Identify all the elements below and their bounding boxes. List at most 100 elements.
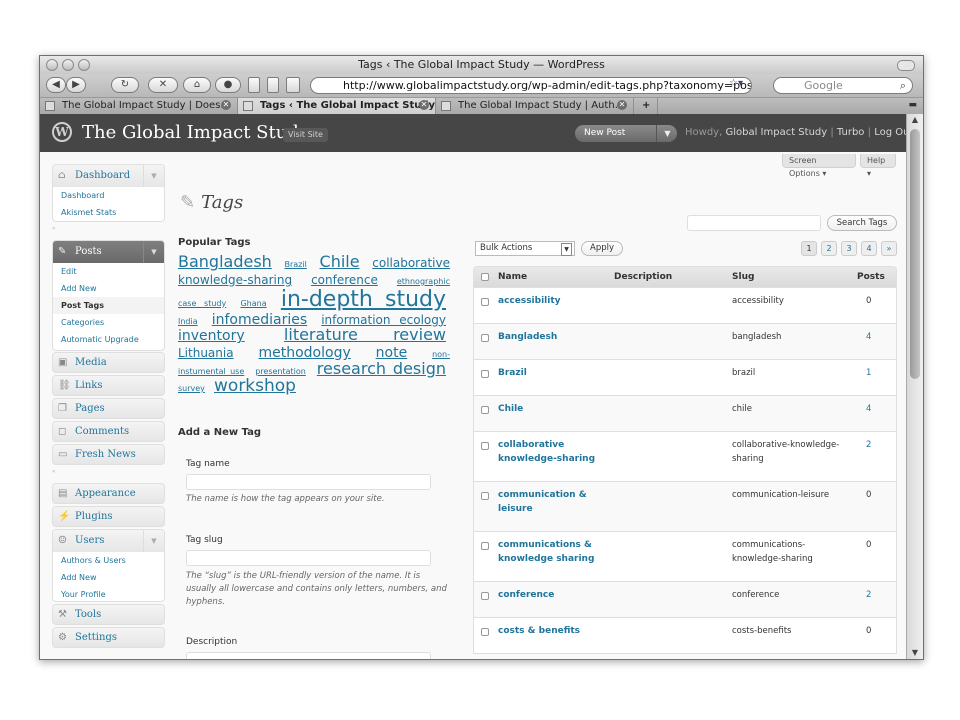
chevron-down-icon[interactable]: ▼ (143, 165, 164, 187)
menu-dashboard-head[interactable]: ⌂ Dashboard ▼ (53, 165, 164, 187)
row-checkbox[interactable] (481, 334, 489, 342)
search-tags-input[interactable] (687, 215, 821, 231)
tag-name-link[interactable]: Bangladesh (498, 330, 608, 344)
page-4[interactable]: 4 (861, 241, 877, 256)
tag-cloud-link[interactable]: literature review (284, 325, 446, 344)
stop-icon[interactable]: ✕ (148, 77, 178, 93)
tag-post-count[interactable]: 2 (866, 588, 871, 602)
page-3[interactable]: 3 (841, 241, 857, 256)
zoom-window-icon[interactable] (78, 59, 90, 71)
tag-post-count[interactable]: 4 (866, 330, 871, 344)
submenu-add-new[interactable]: Add New (53, 280, 164, 297)
scroll-up-icon[interactable]: ▲ (907, 114, 923, 126)
tag-name-link[interactable]: communication & leisure (498, 488, 608, 516)
tag-cloud-link[interactable]: Lithuania (178, 346, 234, 360)
column-slug[interactable]: Slug (732, 267, 754, 287)
minimize-window-icon[interactable] (62, 59, 74, 71)
menu-tools[interactable]: ⚒ Tools (52, 604, 165, 625)
submenu-users-add-new[interactable]: Add New (53, 569, 164, 586)
row-checkbox[interactable] (481, 542, 489, 550)
column-description[interactable]: Description (614, 267, 672, 287)
tab-1[interactable]: The Global Impact Study | Does… ✕ (40, 98, 238, 114)
screenshot-icon[interactable] (286, 77, 300, 93)
apply-button[interactable]: Apply (581, 241, 623, 256)
bookmark-icon[interactable] (248, 77, 260, 93)
tab-close-icon[interactable]: ✕ (221, 100, 231, 110)
description-input[interactable] (186, 652, 431, 659)
tab-3[interactable]: The Global Impact Study | Auth… ✕ (436, 98, 634, 114)
tag-post-count[interactable]: 4 (866, 402, 871, 416)
tag-cloud-link[interactable]: survey (178, 384, 205, 393)
page-next[interactable]: » (881, 241, 897, 256)
submenu-categories[interactable]: Categories (53, 314, 164, 331)
menu-pages[interactable]: ❐ Pages (52, 398, 165, 419)
favorite-actions-dropdown-icon[interactable]: ▼ (656, 125, 678, 142)
help-button[interactable]: Help ▾ (860, 154, 896, 178)
tag-name-link[interactable]: accessibility (498, 294, 608, 308)
toolbar-toggle-icon[interactable] (897, 60, 915, 71)
row-checkbox[interactable] (481, 442, 489, 450)
tag-cloud-link[interactable]: Brazil (285, 260, 307, 269)
tag-name-link[interactable]: communications & knowledge sharing (498, 538, 608, 566)
menu-plugins[interactable]: ⚡ Plugins (52, 506, 165, 527)
forward-icon[interactable]: ▶ (66, 77, 86, 93)
menu-appearance[interactable]: ▤ Appearance (52, 483, 165, 504)
submenu-edit[interactable]: Edit (53, 263, 164, 280)
address-bar[interactable]: http://www.globalimpactstudy.org/wp-admi… (310, 77, 752, 94)
chevron-down-icon[interactable]: ▼ (143, 241, 164, 263)
menu-settings[interactable]: ⚙ Settings (52, 627, 165, 648)
extension-icon[interactable]: ● (215, 77, 241, 93)
visit-site-button[interactable]: Visit Site (283, 128, 328, 142)
tag-cloud-link[interactable]: conference (311, 273, 378, 287)
close-window-icon[interactable] (46, 59, 58, 71)
submenu-dashboard[interactable]: Dashboard (53, 187, 164, 204)
tag-cloud-link[interactable]: inventory (178, 328, 245, 344)
search-tags-button[interactable]: Search Tags (827, 215, 897, 231)
tag-name-input[interactable] (186, 474, 431, 490)
tag-cloud-link[interactable]: presentation (255, 367, 306, 376)
column-posts[interactable]: Posts (857, 267, 885, 287)
tag-name-link[interactable]: collaborative knowledge-sharing (498, 438, 608, 466)
tab-close-icon[interactable]: ✕ (419, 100, 429, 110)
scroll-down-icon[interactable]: ▼ (907, 647, 923, 659)
submenu-automatic-upgrade[interactable]: Automatic Upgrade (53, 331, 164, 348)
user-link[interactable]: Global Impact Study (725, 127, 827, 138)
chevron-down-icon[interactable]: ▼ (143, 530, 164, 552)
home-icon[interactable]: ⌂ (183, 77, 211, 93)
menu-fresh-news[interactable]: ▭ Fresh News (52, 444, 165, 465)
page-2[interactable]: 2 (821, 241, 837, 256)
lock-icon[interactable] (267, 77, 279, 93)
submenu-akismet-stats[interactable]: Akismet Stats (53, 204, 164, 221)
row-checkbox[interactable] (481, 298, 489, 306)
reload-icon[interactable]: ↻ (111, 77, 139, 93)
search-field[interactable]: Google ⌕ (773, 77, 913, 94)
row-checkbox[interactable] (481, 370, 489, 378)
submenu-post-tags[interactable]: Post Tags (53, 297, 164, 314)
tag-cloud-link[interactable]: in-depth study (281, 287, 446, 312)
menu-links[interactable]: ⛓ Links (52, 375, 165, 396)
row-checkbox[interactable] (481, 406, 489, 414)
bookmark-star-icon[interactable]: ☆▾ (726, 77, 746, 93)
submenu-your-profile[interactable]: Your Profile (53, 586, 164, 601)
tag-cloud-link[interactable]: research design (317, 359, 446, 378)
tag-name-link[interactable]: Brazil (498, 366, 608, 380)
menu-comments[interactable]: ◻ Comments (52, 421, 165, 442)
bulk-actions-select[interactable]: Bulk Actions ▼ (475, 241, 575, 256)
scroll-thumb[interactable] (910, 129, 920, 379)
tag-name-link[interactable]: Chile (498, 402, 608, 416)
tag-cloud-link[interactable]: India (178, 317, 198, 326)
tab-list-icon[interactable]: ▬ (908, 100, 917, 110)
submenu-authors-users[interactable]: Authors & Users (53, 552, 164, 569)
tag-cloud-link[interactable]: Chile (320, 252, 360, 271)
row-checkbox[interactable] (481, 592, 489, 600)
row-checkbox[interactable] (481, 628, 489, 636)
select-all-checkbox[interactable] (481, 273, 489, 281)
tag-post-count[interactable]: 1 (866, 366, 871, 380)
screen-options-button[interactable]: Screen Options ▾ (782, 154, 856, 178)
tag-cloud-link[interactable]: workshop (214, 376, 296, 396)
tag-cloud-link[interactable]: Ghana (240, 299, 266, 308)
tag-name-link[interactable]: conference (498, 588, 608, 602)
tag-slug-input[interactable] (186, 550, 431, 566)
turbo-link[interactable]: Turbo (837, 127, 865, 138)
site-title[interactable]: The Global Impact Study (82, 122, 309, 143)
